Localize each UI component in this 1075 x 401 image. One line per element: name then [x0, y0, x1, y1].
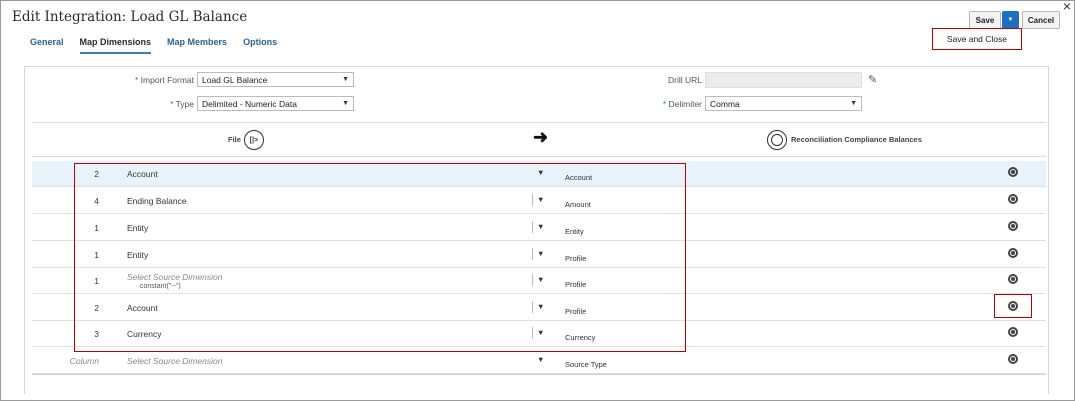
chevron-down-icon[interactable]: ▼: [537, 195, 544, 204]
source-dimension: Account: [127, 169, 158, 179]
cancel-button[interactable]: Cancel: [1022, 11, 1060, 29]
type-label: * Type: [170, 99, 194, 109]
source-dimension: Select Source Dimension: [127, 356, 223, 366]
source-column-number: 1: [94, 223, 99, 233]
save-button[interactable]: Save: [969, 11, 1001, 29]
divider: [532, 274, 533, 286]
pencil-icon[interactable]: ✎: [868, 73, 877, 86]
chevron-down-icon[interactable]: ▼: [537, 168, 544, 177]
divider: [532, 327, 533, 339]
chevron-down-icon[interactable]: ▼: [537, 328, 544, 337]
divider: [532, 194, 533, 206]
target-dimension: Profile: [565, 254, 587, 263]
divider: [32, 122, 1046, 123]
tab-general[interactable]: General: [30, 37, 64, 54]
arrow-right-icon: ➜: [533, 127, 549, 147]
source-column-number: 3: [94, 329, 99, 339]
table-row[interactable]: 2 Account ▼ Account: [32, 161, 1046, 187]
page-title: Edit Integration: Load GL Balance: [12, 9, 248, 25]
tab-map-dimensions[interactable]: Map Dimensions: [79, 37, 152, 54]
tab-map-members[interactable]: Map Members: [167, 37, 227, 54]
divider: [532, 301, 533, 313]
chevron-down-icon[interactable]: ▼: [537, 249, 544, 258]
target-dimension: Account: [565, 173, 593, 182]
save-and-close-menu-item[interactable]: Save and Close: [932, 28, 1022, 50]
divider: [532, 248, 533, 260]
drill-url-label: Drill URL: [668, 75, 702, 85]
divider: [532, 221, 533, 233]
gear-icon[interactable]: [1008, 274, 1018, 284]
import-format-select[interactable]: Load GL Balance ▼: [197, 72, 354, 87]
table-row[interactable]: 3 Currency ▼ Currency: [32, 321, 1046, 347]
chevron-down-icon: ▼: [850, 100, 857, 107]
divider: [32, 156, 1046, 157]
source-dimension: Ending Balance: [127, 196, 187, 206]
source-dimension: Select Source Dimension: [127, 272, 223, 282]
gear-icon[interactable]: [1008, 354, 1018, 364]
chevron-down-icon: ▼: [342, 100, 349, 107]
chevron-down-icon[interactable]: ▼: [537, 355, 544, 364]
chevron-down-icon: ▼: [1007, 17, 1014, 23]
chevron-down-icon: ▼: [342, 76, 349, 83]
delimiter-select[interactable]: Comma ▼: [705, 96, 862, 111]
chevron-down-icon[interactable]: ▼: [537, 275, 544, 284]
gear-icon[interactable]: [1008, 327, 1018, 337]
target-dimension: Profile: [565, 280, 587, 289]
table-row[interactable]: 2 Account ▼ Profile: [32, 295, 1046, 321]
source-column-number: 2: [94, 303, 99, 313]
gear-icon[interactable]: [1008, 221, 1018, 231]
source-column-number: 1: [94, 276, 99, 286]
file-icon: [|>: [244, 130, 264, 150]
target-dimension: Amount: [565, 200, 591, 209]
source-file-label: File: [228, 135, 241, 144]
chevron-down-icon[interactable]: ▼: [537, 302, 544, 311]
gear-icon[interactable]: [1008, 301, 1018, 311]
source-expression: constant("--"): [140, 283, 181, 290]
gear-icon[interactable]: [1008, 248, 1018, 258]
table-row[interactable]: 1 Select Source Dimension constant("--")…: [32, 268, 1046, 294]
table-row[interactable]: Column Select Source Dimension ▼ Source …: [32, 348, 1046, 374]
source-column-number: 4: [94, 196, 99, 206]
table-row[interactable]: 4 Ending Balance ▼ Amount: [32, 188, 1046, 214]
table-row[interactable]: 1 Entity ▼ Entity: [32, 215, 1046, 241]
tab-bar: General Map Dimensions Map Members Optio…: [30, 37, 293, 54]
import-format-label: * Import Format: [135, 75, 194, 85]
delimiter-label: * Delimiter: [662, 99, 702, 109]
table-row[interactable]: 1 Entity ▼ Profile: [32, 242, 1046, 268]
drill-url-input[interactable]: [705, 72, 862, 88]
target-application-label: Reconciliation Compliance Balances: [791, 135, 922, 144]
tab-options[interactable]: Options: [243, 37, 277, 54]
source-dimension: Entity: [127, 223, 149, 233]
source-column-number: 2: [94, 169, 99, 179]
gear-icon[interactable]: [1008, 194, 1018, 204]
source-column-number: Column: [69, 356, 99, 366]
source-dimension: Currency: [127, 329, 162, 339]
source-column-number: 1: [94, 250, 99, 260]
target-dimension: Source Type: [565, 360, 607, 369]
target-dimension: Entity: [565, 227, 584, 236]
chevron-down-icon[interactable]: ▼: [537, 222, 544, 231]
save-menu-button[interactable]: ▼: [1002, 11, 1019, 29]
target-dimension: Currency: [565, 333, 596, 342]
gear-icon[interactable]: [1008, 167, 1018, 177]
close-icon[interactable]: ×: [1063, 0, 1071, 13]
source-dimension: Account: [127, 303, 158, 313]
type-select[interactable]: Delimited - Numeric Data ▼: [197, 96, 354, 111]
target-icon: [767, 130, 787, 150]
source-dimension: Entity: [127, 250, 149, 260]
target-dimension: Profile: [565, 307, 587, 316]
divider: [32, 374, 1046, 375]
